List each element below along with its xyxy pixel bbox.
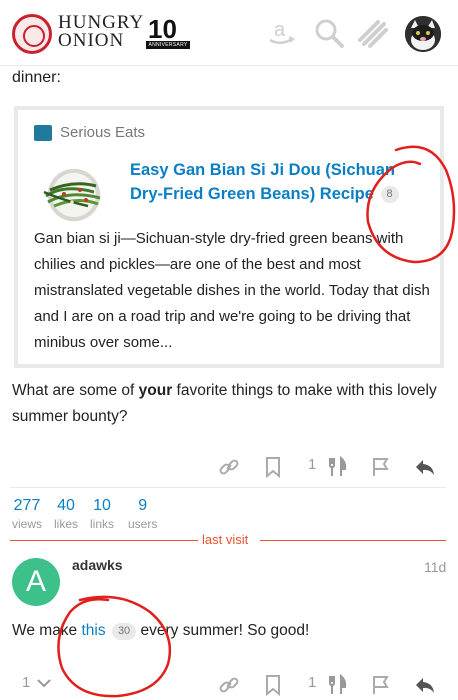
stat-users-label: users: [128, 517, 158, 531]
reply-username[interactable]: adawks: [72, 557, 123, 573]
post-actions-bar: 1: [0, 452, 458, 480]
preview-source-name: Serious Eats: [60, 124, 146, 141]
stat-links-label: links: [90, 517, 115, 531]
reply-date[interactable]: 11d: [424, 559, 446, 575]
stat-likes[interactable]: 40 likes: [54, 496, 78, 532]
last-visit-line-right: [260, 540, 446, 541]
preview-title[interactable]: Easy Gan Bian Si Ji Dou (Sichuan Dry-Fri…: [130, 158, 430, 206]
reply-text-start: We make: [12, 622, 82, 639]
stat-likes-number: 40: [57, 497, 75, 514]
question-text-start: What are some of: [12, 382, 139, 399]
preview-source[interactable]: Serious Eats: [34, 124, 145, 141]
site-header: HUNGRY ONION 10 ANNIVERSARY a: [0, 0, 458, 66]
current-user-avatar[interactable]: [405, 16, 441, 52]
stat-links-number: 10: [93, 497, 111, 514]
reply-flag-icon[interactable]: [370, 674, 392, 696]
preview-title-text[interactable]: Easy Gan Bian Si Ji Dou (Sichuan Dry-Fri…: [130, 161, 395, 203]
reply-text-end: every summer! So good!: [136, 622, 310, 639]
logo-line-2: ONION: [58, 30, 125, 51]
flag-icon[interactable]: [370, 456, 392, 478]
stat-views[interactable]: 277 views: [12, 496, 42, 532]
question-emphasis: your: [138, 382, 173, 399]
reply-link[interactable]: this: [82, 622, 106, 639]
post-divider: [10, 487, 446, 488]
stat-users[interactable]: 9 users: [128, 496, 157, 532]
hamburger-menu-icon[interactable]: [356, 16, 390, 50]
svg-text:a: a: [274, 19, 286, 41]
reply-reply-icon[interactable]: [414, 674, 436, 696]
stat-users-number: 9: [138, 497, 148, 514]
green-beans-thumbnail[interactable]: [34, 162, 114, 222]
stat-links[interactable]: 10 links: [90, 496, 114, 532]
like-count[interactable]: 1: [308, 456, 316, 473]
reply-avatar[interactable]: A: [12, 558, 60, 606]
last-visit-line-left: [10, 540, 198, 541]
reply-body: We make this 30 every summer! So good!: [12, 620, 309, 642]
reply-fork-knife-icon[interactable]: [326, 674, 348, 696]
reply-link-click-count: 30: [111, 623, 137, 640]
post-question-text: What are some of your favorite things to…: [12, 378, 444, 430]
green-beans-image: [43, 182, 101, 208]
bookmark-icon[interactable]: [262, 456, 284, 478]
preview-description: Gan bian si ji—Sichuan-style dry-fried g…: [34, 230, 430, 351]
search-icon[interactable]: [312, 16, 346, 50]
last-visit-label: last visit: [202, 532, 249, 547]
reply-bookmark-icon[interactable]: [262, 674, 284, 696]
link-icon[interactable]: [218, 456, 240, 478]
link-preview-card[interactable]: Serious Eats Easy Gan Bian Si Ji Dou (Si…: [14, 106, 444, 368]
reply-likes-toggle[interactable]: 1: [22, 674, 52, 691]
link-click-count-badge: 8: [380, 186, 399, 203]
stat-views-number: 277: [13, 497, 41, 514]
reply-icon[interactable]: [414, 456, 436, 478]
reply-like-count[interactable]: 1: [308, 674, 316, 691]
stat-likes-label: likes: [54, 517, 79, 531]
cooking-pot-icon: [34, 124, 52, 141]
reply-link-icon[interactable]: [218, 674, 240, 696]
fork-knife-icon[interactable]: [326, 456, 348, 478]
anniversary-badge: 10 ANNIVERSARY: [146, 14, 190, 50]
amazon-icon[interactable]: a: [264, 16, 298, 50]
stat-views-label: views: [12, 517, 43, 531]
chevron-down-icon: [37, 678, 52, 687]
reply-actions-bar: 1 1: [0, 670, 458, 700]
anniversary-banner: ANNIVERSARY: [146, 41, 190, 49]
reply-likes-toggle-count: 1: [22, 674, 31, 691]
site-logo[interactable]: HUNGRY ONION: [58, 13, 144, 51]
onion-logo-icon[interactable]: [12, 14, 52, 54]
cat-avatar-icon: [405, 16, 441, 52]
post-intro-text: dinner:: [12, 69, 61, 86]
